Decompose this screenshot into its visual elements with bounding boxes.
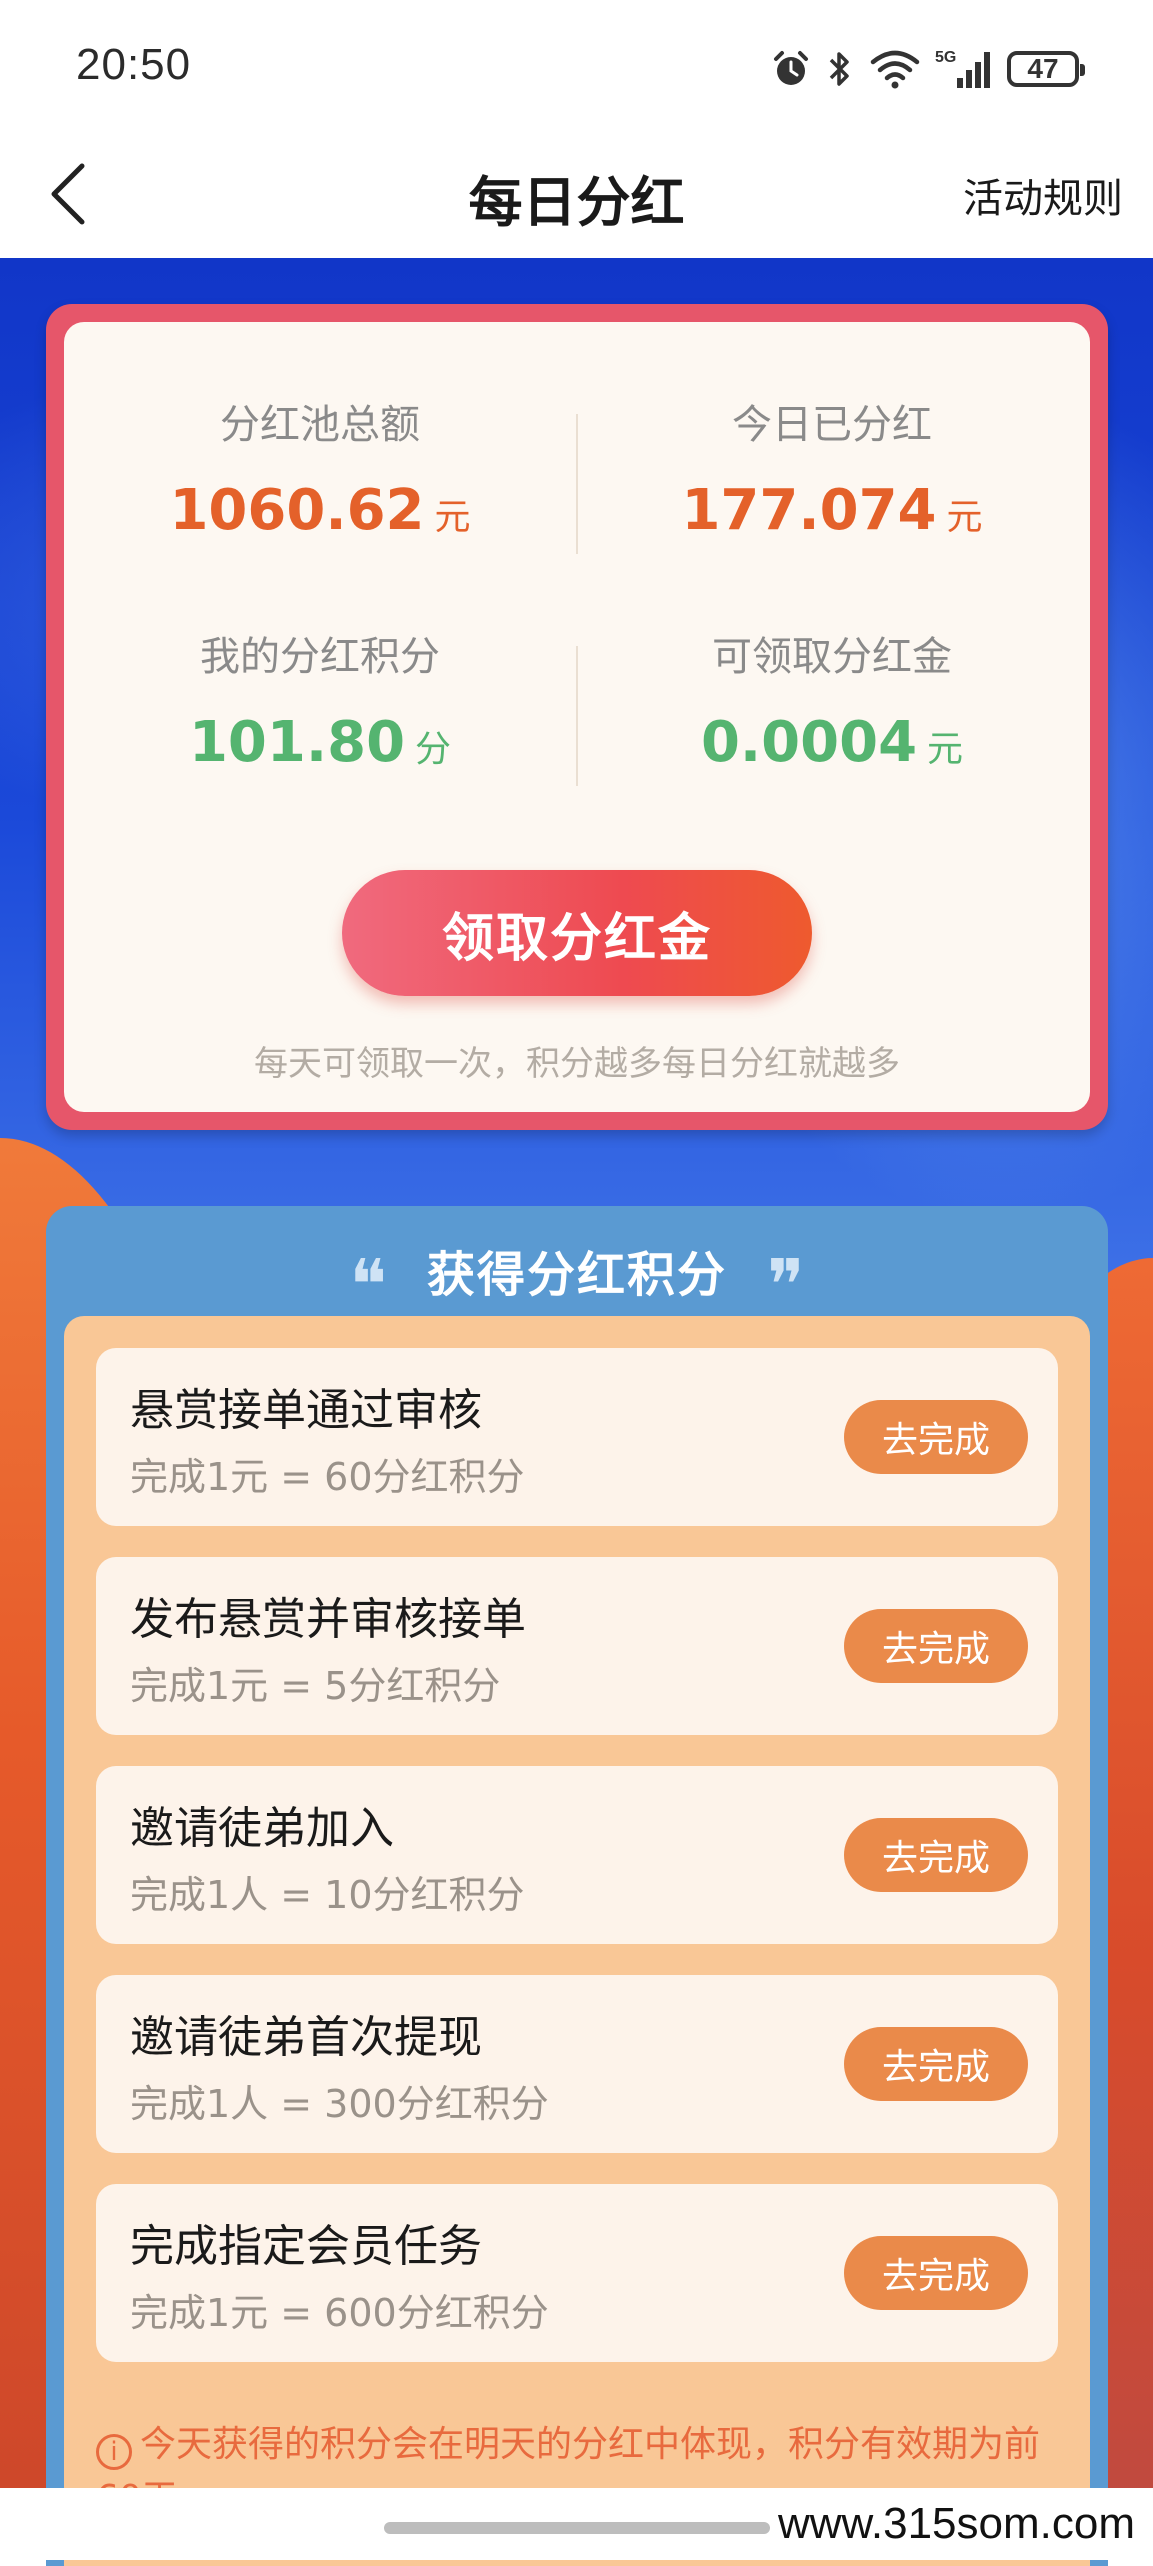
today-dividend-amount: 177.074 (681, 478, 937, 543)
task-go-button[interactable]: 去完成 (844, 2027, 1028, 2101)
task-item: 悬赏接单通过审核 完成1元 = 60分红积分 去完成 (96, 1348, 1058, 1526)
claimable-label: 可领取分红金 (712, 634, 952, 680)
home-indicator[interactable] (384, 2522, 770, 2534)
today-dividend-label: 今日已分红 (732, 402, 932, 448)
task-item: 邀请徒弟首次提现 完成1人 = 300分红积分 去完成 (96, 1975, 1058, 2153)
task-item: 邀请徒弟加入 完成1人 = 10分红积分 去完成 (96, 1766, 1058, 1944)
info-icon: i (96, 2434, 132, 2470)
task-go-button[interactable]: 去完成 (844, 1400, 1028, 1474)
claim-tip: 每天可领取一次，积分越多每日分红就越多 (254, 1044, 900, 1084)
earn-points-header: ❝ 获得分红积分 ❞ (46, 1230, 1108, 1320)
dividend-summary-card: 分红池总额 1060.62 元 今日已分红 177.074 元 我的分红积分 101… (46, 304, 1108, 1130)
battery-level: 47 (1027, 53, 1059, 84)
my-points-stat: 我的分红积分 101.80 分 (64, 624, 576, 775)
pool-total-unit: 元 (434, 497, 471, 538)
today-dividend-stat: 今日已分红 177.074 元 (576, 392, 1088, 543)
dividend-card-inner: 分红池总额 1060.62 元 今日已分红 177.074 元 我的分红积分 101… (64, 322, 1090, 1112)
task-title: 邀请徒弟首次提现 (130, 2012, 482, 2063)
pool-total-label: 分红池总额 (220, 402, 420, 448)
claim-dividend-button[interactable]: 领取分红金 (342, 870, 812, 996)
today-dividend-unit: 元 (946, 497, 983, 538)
wifi-icon (870, 50, 920, 89)
my-points-unit: 分 (415, 729, 452, 770)
my-points-label: 我的分红积分 (200, 634, 440, 680)
claimable-amount: 0.0004 (700, 710, 918, 775)
claimable-value: 0.0004 元 (576, 710, 1088, 775)
task-title: 完成指定会员任务 (130, 2221, 482, 2272)
bluetooth-icon (829, 52, 849, 86)
battery-indicator: 47 (1007, 51, 1085, 87)
cellular-signal-icon: 5G (935, 49, 990, 88)
today-dividend-value: 177.074 元 (576, 478, 1088, 543)
claimable-unit: 元 (927, 729, 964, 770)
task-reward: 完成1元 = 60分红积分 (130, 1455, 525, 1499)
task-go-button[interactable]: 去完成 (844, 1609, 1028, 1683)
status-time: 20:50 (76, 40, 192, 89)
pool-total-amount: 1060.62 (169, 478, 425, 543)
activity-rules-link[interactable]: 活动规则 (963, 166, 1123, 224)
pool-total-value: 1060.62 元 (64, 478, 576, 543)
task-list: 悬赏接单通过审核 完成1元 = 60分红积分 去完成 发布悬赏并审核接单 完成1… (64, 1316, 1090, 2566)
task-title: 悬赏接单通过审核 (130, 1385, 482, 1436)
quote-close-icon: ❞ (767, 1244, 805, 1326)
task-reward: 完成1人 = 10分红积分 (130, 1873, 525, 1917)
task-go-button[interactable]: 去完成 (844, 1818, 1028, 1892)
watermark: www.315som.com (769, 2488, 1143, 2560)
task-title: 发布悬赏并审核接单 (130, 1594, 526, 1645)
status-icons: 5G 47 (771, 44, 1085, 94)
my-points-amount: 101.80 (188, 710, 406, 775)
task-reward: 完成1元 = 5分红积分 (130, 1664, 501, 1708)
alarm-icon (774, 51, 808, 85)
task-go-button[interactable]: 去完成 (844, 2236, 1028, 2310)
task-reward: 完成1元 = 600分红积分 (130, 2291, 549, 2335)
task-item: 发布悬赏并审核接单 完成1元 = 5分红积分 去完成 (96, 1557, 1058, 1735)
claimable-stat: 可领取分红金 0.0004 元 (576, 624, 1088, 775)
nav-bar: 每日分红 活动规则 (0, 130, 1153, 258)
my-points-value: 101.80 分 (64, 710, 576, 775)
task-reward: 完成1人 = 300分红积分 (130, 2082, 549, 2126)
earn-points-panel: ❝ 获得分红积分 ❞ 悬赏接单通过审核 完成1元 = 60分红积分 去完成 发布… (46, 1206, 1108, 2566)
task-title: 邀请徒弟加入 (130, 1803, 394, 1854)
svg-text:5G: 5G (935, 49, 956, 66)
quote-open-icon: ❝ (349, 1244, 387, 1326)
status-bar: 20:50 5G 47 (0, 0, 1153, 140)
earn-points-title: 获得分红积分 (426, 1247, 727, 1303)
task-item: 完成指定会员任务 完成1元 = 600分红积分 去完成 (96, 2184, 1058, 2362)
pool-total-stat: 分红池总额 1060.62 元 (64, 392, 576, 543)
